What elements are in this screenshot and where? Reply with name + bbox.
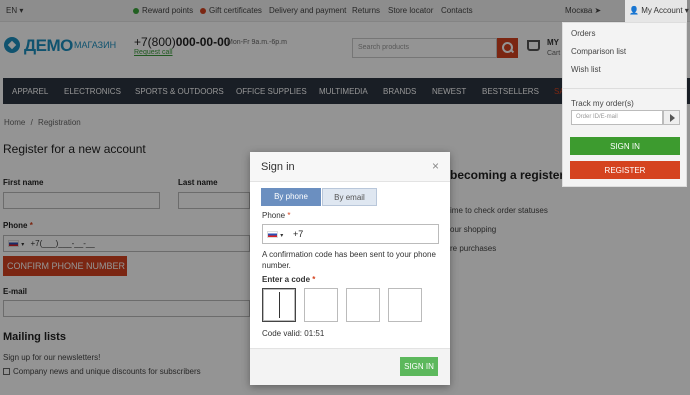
my-account-button[interactable]: 👤 My Account ▾ xyxy=(625,0,689,22)
track-order-input[interactable]: Order ID/E-mail xyxy=(571,110,663,125)
code-digit-1[interactable] xyxy=(262,288,296,322)
account-dropdown: Orders Comparison list Wish list Track m… xyxy=(562,22,687,187)
dropdown-sign-in-button[interactable]: SIGN IN xyxy=(570,137,680,155)
modal-header: Sign in × xyxy=(250,152,450,182)
dropdown-comparison[interactable]: Comparison list xyxy=(571,47,626,56)
code-label: Enter a code * xyxy=(262,275,316,284)
code-digit-4[interactable] xyxy=(388,288,422,322)
modal-footer: SIGN IN xyxy=(250,348,450,385)
user-icon: 👤 xyxy=(629,6,639,15)
modal-phone-value: +7 xyxy=(293,229,304,239)
dropdown-wishlist[interactable]: Wish list xyxy=(571,65,601,74)
modal-title: Sign in xyxy=(261,161,295,173)
modal-phone-label: Phone * xyxy=(262,211,291,220)
code-digit-2[interactable] xyxy=(304,288,338,322)
tab-by-email[interactable]: By email xyxy=(322,188,377,206)
country-selector[interactable]: ▾ xyxy=(267,230,283,239)
dropdown-orders[interactable]: Orders xyxy=(571,29,595,38)
sign-in-modal: Sign in × By phone By email Phone * ▾ +7… xyxy=(250,152,450,385)
modal-phone-field[interactable]: ▾ +7 xyxy=(262,224,439,244)
tab-by-phone[interactable]: By phone xyxy=(261,188,321,206)
code-valid-timer: Code valid: 01:51 xyxy=(262,329,325,338)
track-order-button[interactable] xyxy=(663,110,680,125)
dropdown-divider xyxy=(563,88,686,89)
close-icon[interactable]: × xyxy=(432,159,439,173)
chevron-down-icon: ▾ xyxy=(280,233,284,239)
dropdown-register-button[interactable]: REGISTER xyxy=(570,161,680,179)
russia-flag-icon xyxy=(267,231,278,238)
track-order-label: Track my order(s) xyxy=(571,99,634,108)
sign-in-button[interactable]: SIGN IN xyxy=(400,357,438,376)
code-digit-3[interactable] xyxy=(346,288,380,322)
code-sent-message: A confirmation code has been sent to you… xyxy=(262,250,436,270)
